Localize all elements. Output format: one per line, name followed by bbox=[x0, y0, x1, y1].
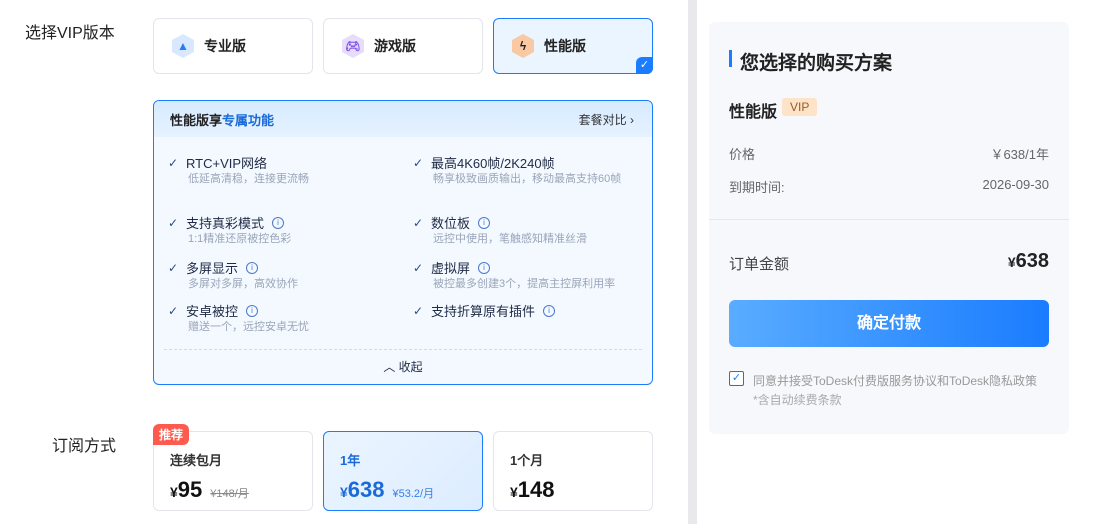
feature-title: 数位板 bbox=[431, 216, 471, 231]
lightning-icon: ϟ bbox=[512, 34, 534, 58]
feature-item: ✓ 最高4K60帧/2K240帧畅享极致画质输出，移动最高支持60帧 bbox=[413, 153, 645, 187]
scrollbar[interactable] bbox=[688, 0, 697, 524]
feature-title: 多屏显示 bbox=[186, 261, 239, 276]
summary-title: 您选择的购买方案 bbox=[740, 53, 893, 74]
feature-title: 支持真彩模式 bbox=[186, 216, 265, 231]
order-summary-panel: 您选择的购买方案 性能版 VIP 价格 ￥638/1年 到期时间: 2026-0… bbox=[709, 22, 1069, 434]
feature-desc: 低延高清稳，连接更流畅 bbox=[188, 173, 309, 185]
currency: ¥ bbox=[340, 484, 348, 500]
check-icon: ✓ bbox=[413, 303, 424, 318]
check-icon: ✓ bbox=[168, 260, 179, 275]
title-accent-bar bbox=[729, 50, 732, 67]
version-label: 性能版 bbox=[544, 38, 586, 54]
info-icon[interactable]: i bbox=[478, 216, 491, 229]
feature-item: ✓ 多屏显示 i 多屏对多屏，高效协作 bbox=[168, 258, 400, 292]
check-icon: ✓ bbox=[413, 215, 424, 230]
agree-text[interactable]: 同意并接受ToDesk付费版服务协议和ToDesk隐私政策 bbox=[753, 372, 1037, 389]
total-amount: ¥638 bbox=[1007, 250, 1049, 272]
feature-desc: 远控中使用，笔触感知精准丝滑 bbox=[433, 233, 587, 245]
info-icon[interactable]: i bbox=[246, 261, 259, 274]
feature-title: 虚拟屏 bbox=[431, 261, 471, 276]
chevron-right-icon: › bbox=[630, 112, 634, 127]
subscription-card[interactable]: 连续包月 ¥95 ¥148/月 推荐 bbox=[153, 424, 313, 511]
confirm-pay-button[interactable]: 确定付款 bbox=[729, 300, 1049, 347]
price-label: 价格 bbox=[729, 147, 756, 162]
version-label: 游戏版 bbox=[374, 38, 416, 54]
chevron-up-icon: ︿ bbox=[383, 360, 396, 374]
version-card-game[interactable]: 🎮︎ 游戏版 bbox=[323, 18, 483, 74]
currency: ¥ bbox=[170, 484, 178, 500]
subscription-label: 订阅方式 bbox=[52, 438, 117, 455]
divider bbox=[164, 349, 642, 350]
info-icon[interactable]: i bbox=[478, 261, 491, 274]
divider bbox=[709, 219, 1069, 220]
info-icon[interactable]: i bbox=[543, 304, 556, 317]
subscription-name: 1个月 bbox=[510, 453, 544, 468]
expire-value: 2026-09-30 bbox=[982, 177, 1050, 192]
gamepad-icon: 🎮︎ bbox=[342, 34, 364, 58]
info-icon[interactable]: i bbox=[246, 304, 259, 317]
version-label: 专业版 bbox=[204, 38, 246, 54]
version-card-pro[interactable]: ▲ 专业版 bbox=[153, 18, 313, 74]
feature-item: ✓ 支持折算原有插件 i bbox=[413, 301, 645, 320]
check-icon: ✓ bbox=[413, 260, 424, 275]
expire-label: 到期时间: bbox=[729, 180, 785, 195]
check-icon: ✓ bbox=[168, 215, 179, 230]
feature-item: ✓ 虚拟屏 i 被控最多创建3个，提高主控屏利用率 bbox=[413, 258, 645, 292]
features-title: 性能版享专属功能 bbox=[170, 112, 275, 128]
price-value: ￥638/1年 bbox=[990, 147, 1049, 162]
feature-title: RTC+VIP网络 bbox=[186, 156, 268, 171]
feature-item: ✓ 安卓被控 i 赠送一个，远控安卓无忧 bbox=[168, 301, 400, 335]
feature-desc: 1:1精准还原被控色彩 bbox=[188, 233, 292, 245]
subscription-card[interactable]: 1个月 ¥148 bbox=[493, 431, 653, 511]
vip-version-label: 选择VIP版本 bbox=[25, 25, 115, 42]
subscription-name: 连续包月 bbox=[170, 453, 223, 468]
vip-badge: VIP bbox=[782, 98, 818, 116]
collapse-button[interactable]: ︿ 收起 bbox=[154, 358, 652, 375]
check-icon: ✓ bbox=[168, 155, 179, 170]
subscription-card[interactable]: 1年 ¥638 ¥53.2/月 bbox=[323, 431, 483, 511]
feature-desc: 被控最多创建3个，提高主控屏利用率 bbox=[433, 278, 616, 290]
info-icon[interactable]: i bbox=[272, 216, 285, 229]
plan-name: 性能版 bbox=[729, 104, 778, 121]
price-extra: ¥148/月 bbox=[210, 488, 249, 500]
navigation-arrow-icon: ▲ bbox=[172, 34, 194, 58]
agree-checkbox[interactable]: ✓ bbox=[729, 371, 744, 386]
check-icon: ✓ bbox=[168, 303, 179, 318]
feature-desc: 畅享极致画质输出，移动最高支持60帧 bbox=[433, 173, 622, 185]
feature-title: 支持折算原有插件 bbox=[431, 304, 536, 319]
features-panel: 性能版享专属功能 套餐对比 › ✓ RTC+VIP网络低延高清稳，连接更流畅 ✓ 最高… bbox=[153, 100, 653, 385]
feature-item: ✓ 数位板 i 远控中使用，笔触感知精准丝滑 bbox=[413, 213, 645, 247]
feature-item: ✓ 支持真彩模式 i 1:1精准还原被控色彩 bbox=[168, 213, 400, 247]
subscription-price: 638 bbox=[347, 477, 385, 502]
feature-title: 最高4K60帧/2K240帧 bbox=[431, 156, 555, 171]
feature-title: 安卓被控 bbox=[186, 304, 239, 319]
feature-desc: 多屏对多屏，高效协作 bbox=[188, 278, 298, 290]
feature-desc: 赠送一个，远控安卓无忧 bbox=[188, 321, 309, 333]
subscription-name: 1年 bbox=[340, 453, 361, 468]
selected-check-icon: ✓ bbox=[636, 57, 653, 74]
price-extra: ¥53.2/月 bbox=[392, 488, 435, 500]
compare-link[interactable]: 套餐对比 › bbox=[579, 111, 634, 128]
version-card-performance[interactable]: ϟ 性能版 ✓ bbox=[493, 18, 653, 74]
feature-item: ✓ RTC+VIP网络低延高清稳，连接更流畅 bbox=[168, 153, 400, 187]
subscription-price: 95 bbox=[177, 477, 203, 502]
auto-renew-note: *含自动续费条款 bbox=[753, 393, 842, 407]
currency: ¥ bbox=[510, 484, 518, 500]
recommend-badge: 推荐 bbox=[153, 424, 190, 445]
subscription-price: 148 bbox=[517, 477, 555, 502]
total-label: 订单金额 bbox=[729, 256, 790, 273]
check-icon: ✓ bbox=[413, 155, 424, 170]
